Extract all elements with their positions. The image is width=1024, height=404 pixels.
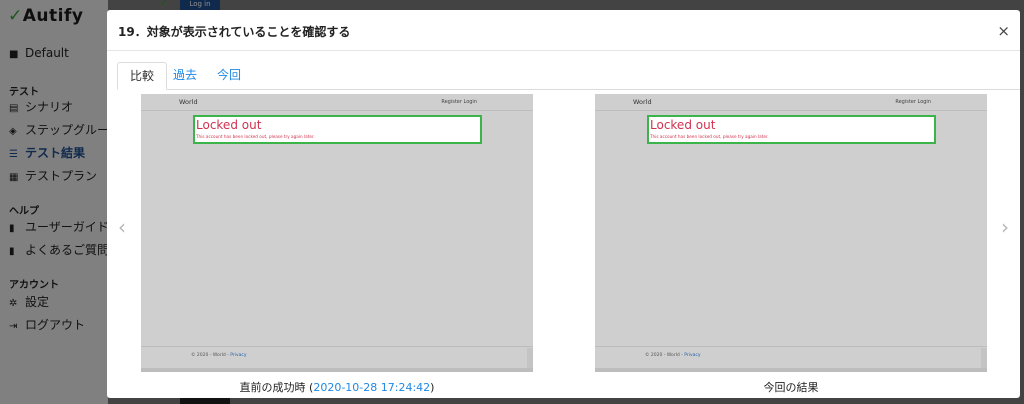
horizontal-scrollbar [141, 368, 533, 372]
tab-past[interactable]: 過去 [161, 62, 209, 88]
current-screenshot[interactable]: World Register Login Locked out This acc… [595, 94, 987, 372]
current-caption: 今回の結果 [763, 381, 819, 394]
screenshot-navbar: World Register Login [595, 94, 987, 111]
previous-screenshot[interactable]: World Register Login Locked out This acc… [141, 94, 533, 372]
screenshot-brand: World [633, 98, 652, 106]
modal-header: 19．対象が表示されていることを確認する × [107, 10, 1020, 51]
tab-bar: 比較 過去 今回 [117, 62, 1020, 90]
alert-title: Locked out [196, 118, 262, 132]
alert-title: Locked out [650, 118, 716, 132]
screenshot-footer: © 2020 - World - Privacy [191, 353, 247, 358]
close-button[interactable]: × [997, 22, 1010, 40]
screenshot-brand: World [179, 98, 198, 106]
screenshot-navbar: World Register Login [141, 94, 533, 111]
horizontal-scrollbar [595, 368, 987, 372]
vertical-scrollbar [527, 348, 533, 368]
target-element-highlight: Locked out This account has been locked … [647, 115, 936, 144]
vertical-scrollbar [981, 348, 987, 368]
target-element-highlight: Locked out This account has been locked … [193, 115, 482, 144]
modal-title: 19．対象が表示されていることを確認する [118, 25, 351, 39]
alert-message: This account has been locked out, please… [650, 134, 769, 139]
timestamp-link[interactable]: 2020-10-28 17:24:42 [313, 381, 430, 394]
previous-caption: 直前の成功時 (2020-10-28 17:24:42) [239, 381, 435, 394]
comparison-modal: 19．対象が表示されていることを確認する × 比較 過去 今回 ‹ › Worl… [107, 10, 1020, 398]
footer-divider [595, 346, 987, 347]
screenshot-nav-links: Register Login [895, 99, 931, 105]
screenshot-footer: © 2020 - World - Privacy [645, 353, 701, 358]
screenshot-nav-links: Register Login [441, 99, 477, 105]
footer-divider [141, 346, 533, 347]
prev-arrow-icon[interactable]: ‹ [118, 215, 126, 239]
tab-compare[interactable]: 比較 [117, 62, 168, 90]
tab-current[interactable]: 今回 [205, 62, 253, 88]
alert-message: This account has been locked out, please… [196, 134, 315, 139]
next-arrow-icon[interactable]: › [1001, 215, 1009, 239]
